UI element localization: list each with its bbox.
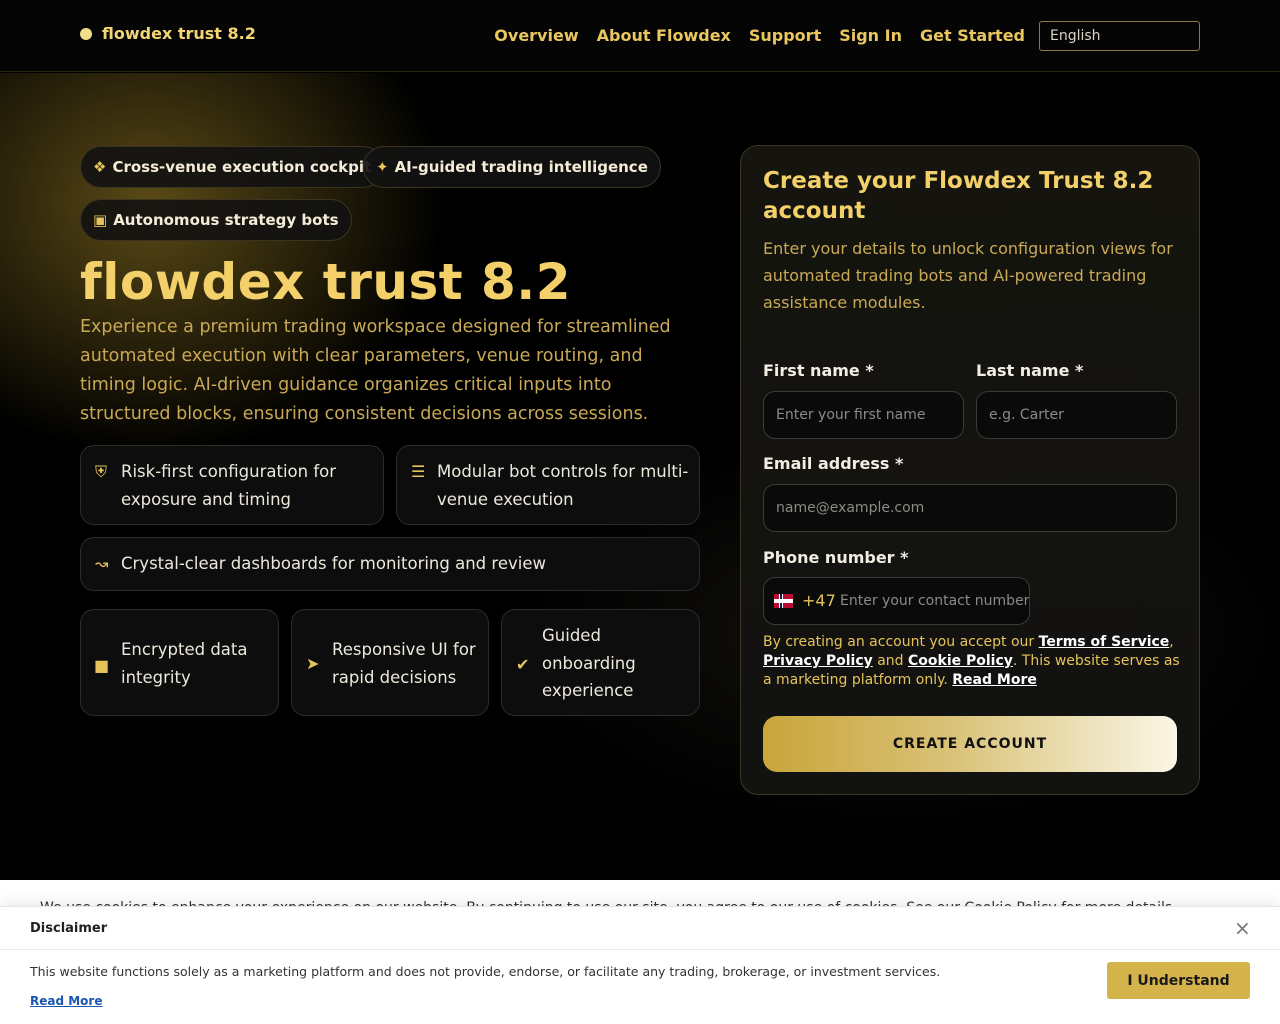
nav-overview[interactable]: Overview [494, 24, 578, 48]
cookie-policy-link[interactable]: Cookie Policy [908, 653, 1013, 669]
feature-card-modular: ☰ Modular bot controls for multi-venue e… [396, 445, 700, 525]
feature-text: Risk-first configuration for exposure an… [121, 462, 337, 509]
norway-flag-icon[interactable] [774, 594, 793, 608]
shield-icon: ⛨ [95, 462, 108, 481]
phone-country-code: +47 [802, 591, 836, 610]
badge-text: Encrypted data integrity [121, 640, 248, 687]
terms-comma: , [1169, 634, 1174, 650]
lock-icon: ■ [94, 656, 110, 675]
feature-card-risk: ⛨ Risk-first configuration for exposure … [80, 445, 384, 525]
last-name-label: Last name * [976, 361, 1084, 380]
magic-wand-icon: ✦ [376, 158, 389, 176]
pill-label: Cross-venue execution cockpit [112, 158, 372, 176]
brand-name: flowdex trust 8.2 [102, 24, 256, 43]
badge-text: Responsive UI for rapid decisions [332, 640, 476, 687]
badge-responsive: ➤ Responsive UI for rapid decisions [291, 609, 489, 716]
terms-of-service-link[interactable]: Terms of Service [1039, 634, 1170, 650]
feature-card-dashboards: ↝ Crystal-clear dashboards for monitorin… [80, 537, 700, 591]
disclaimer-text: This website functions solely as a marke… [30, 964, 941, 979]
email-input[interactable]: name@example.com [763, 484, 1177, 532]
pill-cross-venue: ❖ Cross-venue execution cockpit [80, 146, 385, 188]
main-nav: Overview About Flowdex Support Sign In G… [494, 24, 1025, 48]
sliders-icon: ☰ [411, 462, 426, 481]
pill-ai-guided: ✦ AI-guided trading intelligence [363, 146, 661, 188]
terms-prefix: By creating an account you accept our [763, 634, 1039, 650]
signup-form-panel: Create your Flowdex Trust 8.2 account En… [740, 145, 1200, 795]
network-icon: ❖ [93, 158, 107, 176]
brand-dot-icon [80, 27, 92, 40]
form-description: Enter your details to unlock configurati… [763, 239, 1173, 312]
chart-line-icon: ↝ [95, 554, 109, 573]
first-name-input[interactable]: Enter your first name [763, 391, 964, 439]
bolt-icon: ➤ [306, 654, 320, 673]
top-header: flowdex trust 8.2 Overview About Flowdex… [0, 0, 1280, 72]
create-account-button[interactable]: CREATE ACCOUNT [763, 716, 1177, 772]
brand-logo[interactable]: flowdex trust 8.2 [80, 24, 256, 43]
feature-text: Crystal-clear dashboards for monitoring … [121, 554, 546, 573]
hero-title: flowdex trust 8.2 [80, 253, 572, 311]
nav-sign-in[interactable]: Sign In [839, 24, 902, 48]
email-label: Email address * [763, 454, 904, 473]
badge-encrypted: ■ Encrypted data integrity [80, 609, 279, 716]
i-understand-button[interactable]: I Understand [1107, 962, 1250, 999]
hero-section: ❖ Cross-venue execution cockpit ✦ AI-gui… [0, 73, 1280, 880]
feature-text: Modular bot controls for multi-venue exe… [437, 462, 689, 509]
terms-notice: By creating an account you accept our Te… [763, 633, 1183, 690]
phone-placeholder: Enter your contact number [840, 593, 1030, 609]
disclaimer-title: Disclaimer [30, 921, 108, 936]
first-name-label: First name * [763, 361, 874, 380]
pill-label: Autonomous strategy bots [113, 211, 339, 229]
disclaimer-bar: Disclaimer × This website functions sole… [0, 906, 1280, 1024]
disclaimer-read-more-link[interactable]: Read More [30, 994, 103, 1008]
nav-support[interactable]: Support [749, 24, 821, 48]
last-name-input[interactable]: e.g. Carter [976, 391, 1177, 439]
pill-autonomous-bots: ▣ Autonomous strategy bots [80, 199, 352, 241]
phone-label: Phone number * [763, 548, 909, 567]
phone-input[interactable]: +47 Enter your contact number [763, 577, 1030, 625]
close-icon[interactable]: × [1234, 917, 1251, 939]
badge-onboarding: ✔ Guided onboarding experience [501, 609, 700, 716]
hero-description: Experience a premium trading workspace d… [80, 317, 671, 424]
check-circle-icon: ✔ [516, 655, 530, 674]
badge-text: Guided onboarding experience [542, 626, 636, 700]
terms-and: and [872, 653, 908, 669]
disclaimer-divider [0, 949, 1280, 950]
nav-about[interactable]: About Flowdex [597, 24, 731, 48]
robot-icon: ▣ [93, 211, 108, 229]
read-more-link[interactable]: Read More [952, 672, 1037, 688]
pill-label: AI-guided trading intelligence [394, 158, 648, 176]
nav-get-started[interactable]: Get Started [920, 24, 1025, 48]
privacy-policy-link[interactable]: Privacy Policy [763, 653, 873, 669]
language-select[interactable]: English [1039, 21, 1200, 51]
form-title: Create your Flowdex Trust 8.2 account [763, 168, 1154, 224]
